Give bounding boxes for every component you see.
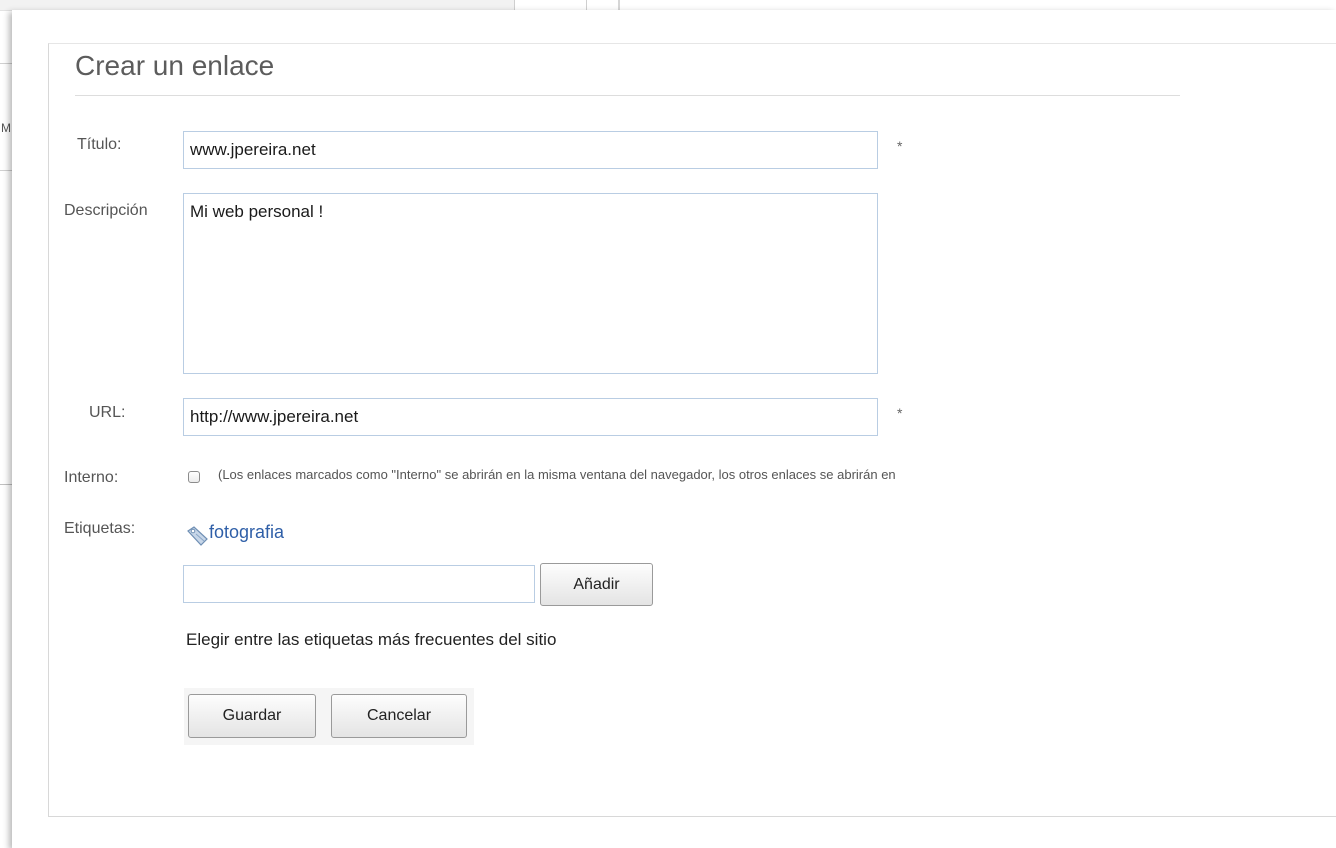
description-textarea[interactable]: Mi web personal ! [183,193,878,374]
frequent-tags-link[interactable]: Elegir entre las etiquetas más frecuente… [186,630,556,650]
title-input[interactable] [183,131,878,169]
tag-link-fotografia[interactable]: fotografia [209,522,284,543]
internal-label: Interno: [64,469,119,486]
title-divider [75,95,1180,96]
description-label: Descripción [64,202,148,219]
new-tag-input[interactable] [183,565,535,603]
internal-help-text: (Los enlaces marcados como "Interno" se … [218,467,896,482]
page-title: Crear un enlace [75,50,275,81]
cancel-button[interactable]: Cancelar [331,694,467,738]
required-marker: * [897,138,903,154]
tags-label: Etiquetas: [64,520,136,537]
internal-checkbox[interactable] [188,471,200,483]
add-tag-button[interactable]: Añadir [540,563,653,606]
background-text-fragment: M [1,121,11,135]
url-label: URL: [89,404,126,421]
save-button[interactable]: Guardar [188,694,316,738]
tag-icon [187,526,208,546]
title-label: Título: [77,136,122,153]
page: M Crear un enlace Título: * Descripción … [0,0,1336,848]
url-input[interactable] [183,398,878,436]
required-marker: * [897,405,903,421]
